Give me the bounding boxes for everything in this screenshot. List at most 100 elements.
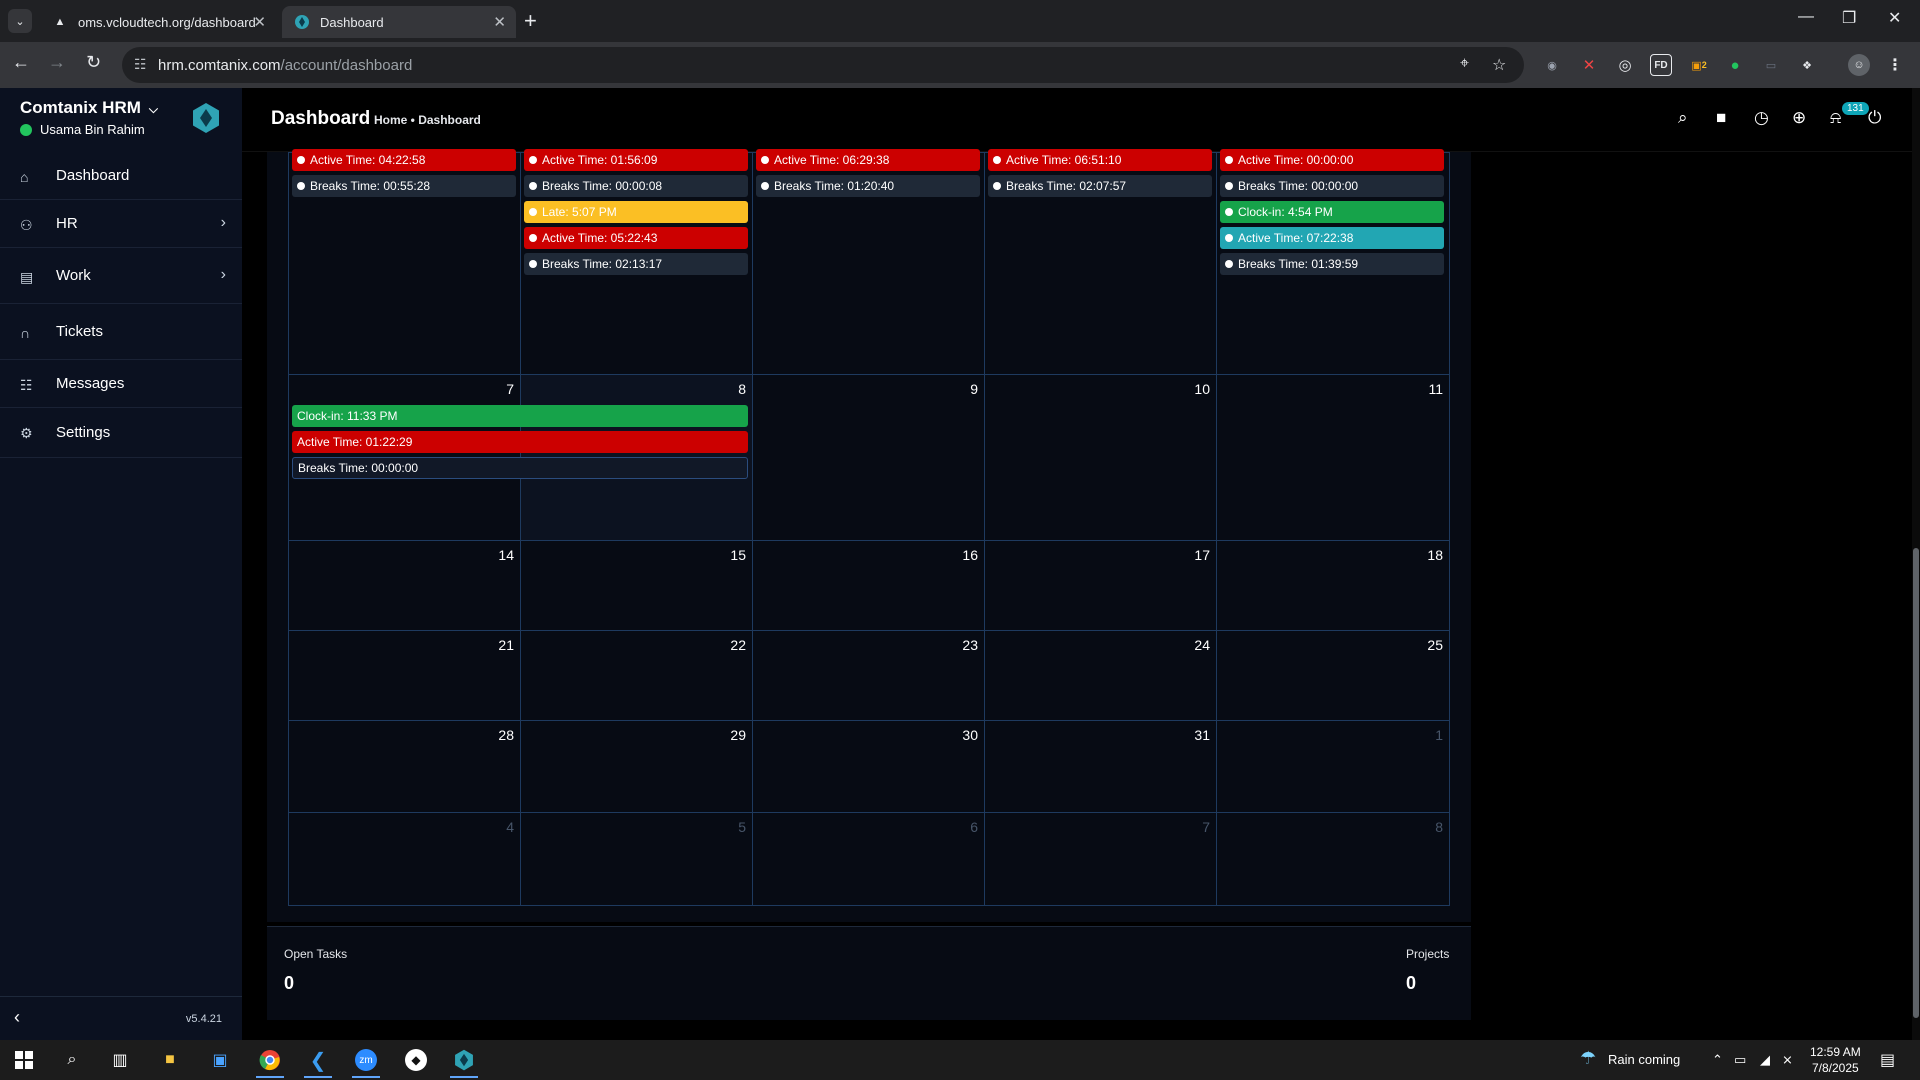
attendance-event[interactable]: Breaks Time: 01:39:59 <box>1220 253 1444 275</box>
day-number[interactable]: 18 <box>1427 547 1443 563</box>
clock-icon[interactable]: ◷ <box>1754 108 1769 128</box>
weather-text[interactable]: Rain coming <box>1608 1052 1680 1067</box>
forward-icon[interactable]: → <box>48 52 66 73</box>
day-number[interactable]: 22 <box>730 637 746 653</box>
attendance-event[interactable]: Breaks Time: 00:00:00 <box>1220 175 1444 197</box>
app-icon[interactable]: ◆ <box>398 1046 434 1074</box>
chevron-up-icon[interactable]: ⌃ <box>1712 1052 1723 1068</box>
attendance-event[interactable]: Breaks Time: 01:20:40 <box>756 175 980 197</box>
attendance-event[interactable]: Active Time: 06:29:38 <box>756 149 980 171</box>
restore-icon[interactable]: ❐ <box>1842 8 1856 28</box>
volume-muted-icon[interactable]: ⨯ <box>1782 1052 1793 1068</box>
day-number[interactable]: 31 <box>1194 727 1210 743</box>
sidebar-item-hr[interactable]: ⚇ HR › <box>0 200 242 248</box>
browser-tab-dashboard[interactable]: Dashboard ✕ <box>282 6 516 38</box>
day-number[interactable]: 21 <box>498 637 514 653</box>
day-number[interactable]: 8 <box>1435 819 1443 835</box>
calendar-day-cell[interactable]: 1 <box>1217 721 1449 813</box>
day-number[interactable]: 4 <box>506 819 514 835</box>
attendance-event[interactable]: Active Time: 06:51:10 <box>988 149 1212 171</box>
site-settings-icon[interactable]: ☷ <box>134 56 147 73</box>
calendar-day-cell[interactable]: 11 <box>1217 375 1449 541</box>
address-bar[interactable]: ☷ hrm.comtanix.com/account/dashboard ⌖ ☆ <box>122 47 1524 83</box>
attendance-event[interactable]: Late: 5:07 PM <box>524 201 748 223</box>
search-icon[interactable]: ⌕ <box>1678 108 1688 128</box>
system-clock[interactable]: 12:59 AM 7/8/2025 <box>1810 1044 1861 1076</box>
attendance-event[interactable]: Breaks Time: 00:00:08 <box>524 175 748 197</box>
sticky-note-icon[interactable]: ■ <box>1716 108 1726 128</box>
day-number[interactable]: 9 <box>970 381 978 397</box>
globe-extension-icon[interactable]: ◎ <box>1614 54 1636 76</box>
calendar-day-cell[interactable]: 15 <box>521 541 753 631</box>
zoom-icon[interactable]: zm <box>348 1046 384 1078</box>
cast-extension-icon[interactable]: ▭ <box>1760 54 1782 76</box>
day-number[interactable]: 11 <box>1428 381 1443 397</box>
day-number[interactable]: 29 <box>730 727 746 743</box>
calendar-day-cell[interactable]: 8 <box>1217 813 1449 905</box>
sidebar-item-settings[interactable]: ⚙ Settings <box>0 408 242 458</box>
calendar-day-cell[interactable]: 10 <box>985 375 1217 541</box>
wifi-icon[interactable]: ◢ <box>1760 1052 1770 1068</box>
weather-rain-icon[interactable]: ☂ <box>1580 1048 1596 1069</box>
calendar-day-cell[interactable]: 25 <box>1217 631 1449 721</box>
calendar-day-cell[interactable]: 7 <box>985 813 1217 905</box>
calendar-day-cell[interactable]: 29 <box>521 721 753 813</box>
close-tab-icon[interactable]: ✕ <box>253 13 266 31</box>
attendance-event[interactable]: Active Time: 01:56:09 <box>524 149 748 171</box>
calendar-day-cell[interactable]: 31 <box>985 721 1217 813</box>
vscode-icon[interactable]: ❮ <box>300 1046 336 1078</box>
profile-avatar-icon[interactable]: ☺ <box>1848 54 1870 76</box>
bookmark-star-icon[interactable]: ☆ <box>1492 55 1506 75</box>
windows-icon[interactable] <box>6 1046 42 1074</box>
projects-value[interactable]: 0 <box>1406 973 1416 994</box>
day-number[interactable]: 28 <box>498 727 514 743</box>
attendance-event[interactable]: Active Time: 05:22:43 <box>524 227 748 249</box>
comtanix-icon[interactable] <box>446 1046 482 1078</box>
calendar-day-cell[interactable]: 14 <box>289 541 521 631</box>
calendar-day-cell[interactable]: 22 <box>521 631 753 721</box>
sidebar-item-dashboard[interactable]: ⌂ Dashboard <box>0 152 242 200</box>
span-event[interactable]: Clock-in: 11:33 PM <box>292 405 748 427</box>
day-number[interactable]: 25 <box>1427 637 1443 653</box>
day-number[interactable]: 30 <box>962 727 978 743</box>
attendance-event[interactable]: Breaks Time: 02:07:57 <box>988 175 1212 197</box>
extensions-puzzle-icon[interactable]: ❖ <box>1796 54 1818 76</box>
chrome-icon[interactable] <box>252 1046 288 1078</box>
calendar-day-cell[interactable]: 30 <box>753 721 985 813</box>
calendar-day-cell[interactable]: 17 <box>985 541 1217 631</box>
fd-extension-icon[interactable]: FD <box>1650 54 1672 76</box>
day-number[interactable]: 14 <box>498 547 514 563</box>
attendance-event[interactable]: Active Time: 04:22:58 <box>292 149 516 171</box>
store-icon[interactable]: ▣ <box>202 1046 238 1074</box>
power-icon[interactable]: ⏻ <box>1868 108 1881 128</box>
battery-icon[interactable]: ▭ <box>1734 1052 1746 1068</box>
close-tab-icon[interactable]: ✕ <box>493 13 506 31</box>
calendar-day-cell[interactable]: 18 <box>1217 541 1449 631</box>
reload-icon[interactable]: ↻ <box>86 52 101 73</box>
browser-tab-oms[interactable]: ▲ oms.vcloudtech.org/dashboard ✕ <box>40 6 276 38</box>
calendar-day-cell[interactable]: 16 <box>753 541 985 631</box>
day-number[interactable]: 7 <box>1202 819 1210 835</box>
calendar-day-cell[interactable]: 24 <box>985 631 1217 721</box>
calendar-day-cell[interactable]: 9 <box>753 375 985 541</box>
page-scrollbar[interactable] <box>1912 88 1920 1040</box>
day-number[interactable]: 1 <box>1435 727 1443 743</box>
day-number[interactable]: 5 <box>738 819 746 835</box>
bell-icon[interactable]: ⍾ <box>1830 108 1841 128</box>
search-icon[interactable]: ⌕ <box>54 1046 90 1074</box>
calendar-day-cell[interactable]: 6 <box>753 813 985 905</box>
day-number[interactable]: 6 <box>970 819 978 835</box>
minimize-icon[interactable]: — <box>1798 8 1814 26</box>
back-icon[interactable]: ← <box>12 52 30 73</box>
day-number[interactable]: 23 <box>962 637 978 653</box>
attendance-event[interactable]: Clock-in: 4:54 PM <box>1220 201 1444 223</box>
tab-search-chevron-icon[interactable]: ⌄ <box>8 9 32 33</box>
scrollbar-thumb[interactable] <box>1913 548 1919 1018</box>
close-extension-icon[interactable]: ✕ <box>1578 54 1600 76</box>
browser-menu-icon[interactable]: ⋮ <box>1884 54 1906 76</box>
attendance-event[interactable]: Breaks Time: 02:13:17 <box>524 253 748 275</box>
new-tab-icon[interactable]: + <box>524 8 537 34</box>
calendar-day-cell[interactable]: 23 <box>753 631 985 721</box>
brand-switcher[interactable]: Comtanix HRM ⌵ <box>20 98 158 118</box>
sidebar-item-work[interactable]: ▤ Work › <box>0 248 242 304</box>
